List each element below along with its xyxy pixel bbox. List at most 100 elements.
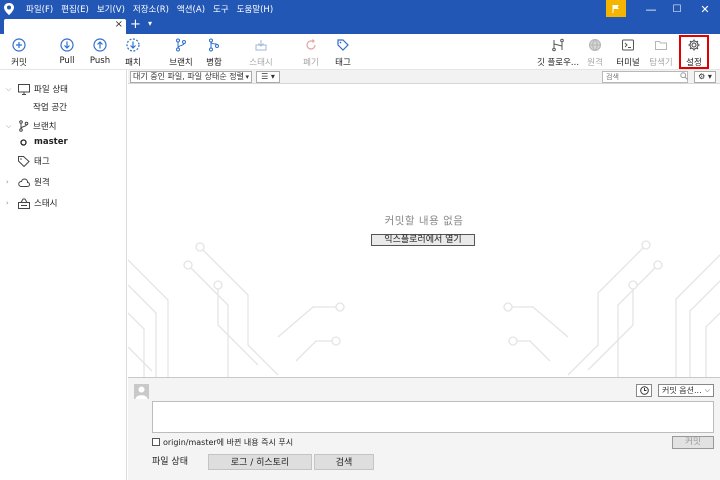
toolbar: 커밋 Pull Push 패치 브랜치 병합 스태시 폐기 태그 깃 플로우..… xyxy=(0,34,720,70)
monitor-icon xyxy=(18,83,30,95)
terminal-label: 터미널 xyxy=(616,58,640,68)
sidebar-file-status-label: 파일 상태 xyxy=(34,85,68,95)
commit-options-dropdown[interactable]: 커밋 옵션... ⌵ xyxy=(658,384,714,397)
maximize-button[interactable]: ☐ xyxy=(666,0,688,18)
tag-label: 태그 xyxy=(335,58,351,68)
branch-label: 브랜치 xyxy=(169,58,193,68)
close-window-button[interactable]: ✕ xyxy=(694,0,716,18)
commit-button[interactable]: 커밋 xyxy=(672,436,714,449)
sidebar-item-master[interactable]: master xyxy=(20,137,68,147)
file-filter-value: 대기 중인 파일, 파일 상태순 정렬 xyxy=(133,72,244,81)
sidebar-remotes-label: 원격 xyxy=(34,178,50,188)
sidebar-item-stashes[interactable]: › 스태시 xyxy=(6,197,57,209)
tab-close-icon[interactable]: × xyxy=(115,19,123,30)
empty-state-message: 커밋할 내용 없음 xyxy=(384,215,464,227)
minimize-button[interactable]: — xyxy=(640,0,662,18)
user-icon xyxy=(135,386,148,399)
pull-icon xyxy=(60,38,74,52)
tab-search[interactable]: 검색 xyxy=(314,454,374,470)
tab-file-status[interactable]: 파일 상태 xyxy=(134,454,206,470)
tab-list-button[interactable]: ▾ xyxy=(148,19,152,28)
sidebar-item-remotes[interactable]: › 원격 xyxy=(6,176,50,188)
gitflow-button[interactable]: 깃 플로우... xyxy=(537,38,579,68)
push-icon xyxy=(93,38,107,52)
terminal-button[interactable]: 터미널 xyxy=(611,38,645,68)
gitflow-icon xyxy=(552,38,564,52)
sidebar-tags-label: 태그 xyxy=(34,157,50,167)
explorer-label: 탐색기 xyxy=(649,58,673,68)
tab-log-history[interactable]: 로그 / 히스토리 xyxy=(208,454,312,470)
menu-edit[interactable]: 편집(E) xyxy=(61,3,89,15)
branch-button[interactable]: 브랜치 xyxy=(164,38,198,68)
push-button[interactable]: Push xyxy=(83,38,117,66)
view-options-button[interactable]: ⚙ ▾ xyxy=(694,71,716,83)
sidebar: ⌵ 파일 상태 작업 공간 ⌵ 브랜치 master 태그 › 원격 › 스태시 xyxy=(0,70,127,480)
sidebar-item-file-status[interactable]: ⌵ 파일 상태 xyxy=(6,83,68,95)
menu-view[interactable]: 보기(V) xyxy=(97,3,125,15)
search-input[interactable] xyxy=(602,71,688,83)
commit-message-input[interactable] xyxy=(152,401,714,433)
sidebar-item-working-copy[interactable]: 작업 공간 xyxy=(33,101,67,113)
chevron-right-icon: › xyxy=(6,178,9,186)
push-immediately-label: origin/master에 바뀐 내용 즉시 푸시 xyxy=(163,438,294,447)
menu-help[interactable]: 도움말(H) xyxy=(237,3,273,15)
terminal-icon xyxy=(622,39,634,51)
pull-button[interactable]: Pull xyxy=(50,38,84,66)
remote-label: 원격 xyxy=(587,58,603,68)
merge-button[interactable]: 병합 xyxy=(197,38,231,68)
discard-button[interactable]: 폐기 xyxy=(294,38,328,68)
clock-icon xyxy=(639,386,649,395)
tag-icon xyxy=(337,39,349,51)
sidebar-branches-label: 브랜치 xyxy=(33,122,57,132)
sidebar-master-label: master xyxy=(34,137,68,147)
flag-button[interactable] xyxy=(606,0,626,17)
repo-tab[interactable]: × xyxy=(4,19,126,34)
sidebar-stashes-label: 스태시 xyxy=(34,199,58,209)
branch-icon xyxy=(176,38,186,52)
menu-repository[interactable]: 저장소(R) xyxy=(133,3,169,15)
commit-options-label: 커밋 옵션... xyxy=(662,386,702,395)
file-filter-select[interactable]: 대기 중인 파일, 파일 상태순 정렬 ▾ xyxy=(130,71,252,83)
menu-tools[interactable]: 도구 xyxy=(213,3,229,15)
menu-actions[interactable]: 액션(A) xyxy=(177,3,205,15)
chevron-right-icon: › xyxy=(6,199,9,207)
open-in-explorer-button[interactable]: 익스플로러에서 열기 xyxy=(371,234,475,246)
fetch-button[interactable]: 패치 xyxy=(116,38,150,68)
cloud-icon xyxy=(18,177,30,187)
app-logo-icon xyxy=(0,0,18,18)
file-status-panel: 커밋할 내용 없음 익스플로러에서 열기 xyxy=(128,85,720,377)
menu-bar: 파일(F) 편집(E) 보기(V) 저장소(R) 액션(A) 도구 도움말(H) xyxy=(26,3,273,15)
branch-icon xyxy=(19,120,29,132)
push-label: Push xyxy=(89,56,111,66)
commit-panel: 커밋 옵션... ⌵ origin/master에 바뀐 내용 즉시 푸시 커밋… xyxy=(128,377,720,480)
tag-icon xyxy=(18,155,30,167)
menu-file[interactable]: 파일(F) xyxy=(26,3,53,15)
chevron-down-icon: ▾ xyxy=(245,73,249,81)
pull-label: Pull xyxy=(59,56,75,66)
merge-label: 병합 xyxy=(206,58,222,68)
globe-icon xyxy=(589,39,601,51)
explorer-button[interactable]: 탐색기 xyxy=(644,38,678,68)
sidebar-item-tags[interactable]: 태그 xyxy=(6,155,50,167)
stash-button[interactable]: 스태시 xyxy=(244,38,278,68)
commit-toolbar-button[interactable]: 커밋 xyxy=(2,38,36,68)
fetch-icon xyxy=(126,38,140,52)
circuit-background xyxy=(128,240,720,377)
commit-icon xyxy=(12,38,26,52)
sidebar-item-branches[interactable]: ⌵ 브랜치 xyxy=(6,120,56,132)
push-immediately-checkbox[interactable] xyxy=(152,438,160,446)
settings-highlight-box xyxy=(679,35,709,69)
search-icon xyxy=(680,72,688,80)
flag-icon xyxy=(612,4,619,13)
current-branch-icon xyxy=(20,138,27,146)
list-view-button[interactable]: ☰ ▾ xyxy=(256,71,280,83)
remote-button[interactable]: 원격 xyxy=(578,38,612,68)
add-tab-button[interactable]: + xyxy=(130,17,141,32)
commit-history-button[interactable] xyxy=(636,384,652,397)
chevron-down-icon: ⌵ xyxy=(6,121,12,130)
chevron-down-icon: ⌵ xyxy=(704,386,710,394)
stash-icon xyxy=(255,40,267,51)
commit-toolbar-label: 커밋 xyxy=(11,58,27,68)
tag-button[interactable]: 태그 xyxy=(326,38,360,68)
fetch-label: 패치 xyxy=(125,58,141,68)
